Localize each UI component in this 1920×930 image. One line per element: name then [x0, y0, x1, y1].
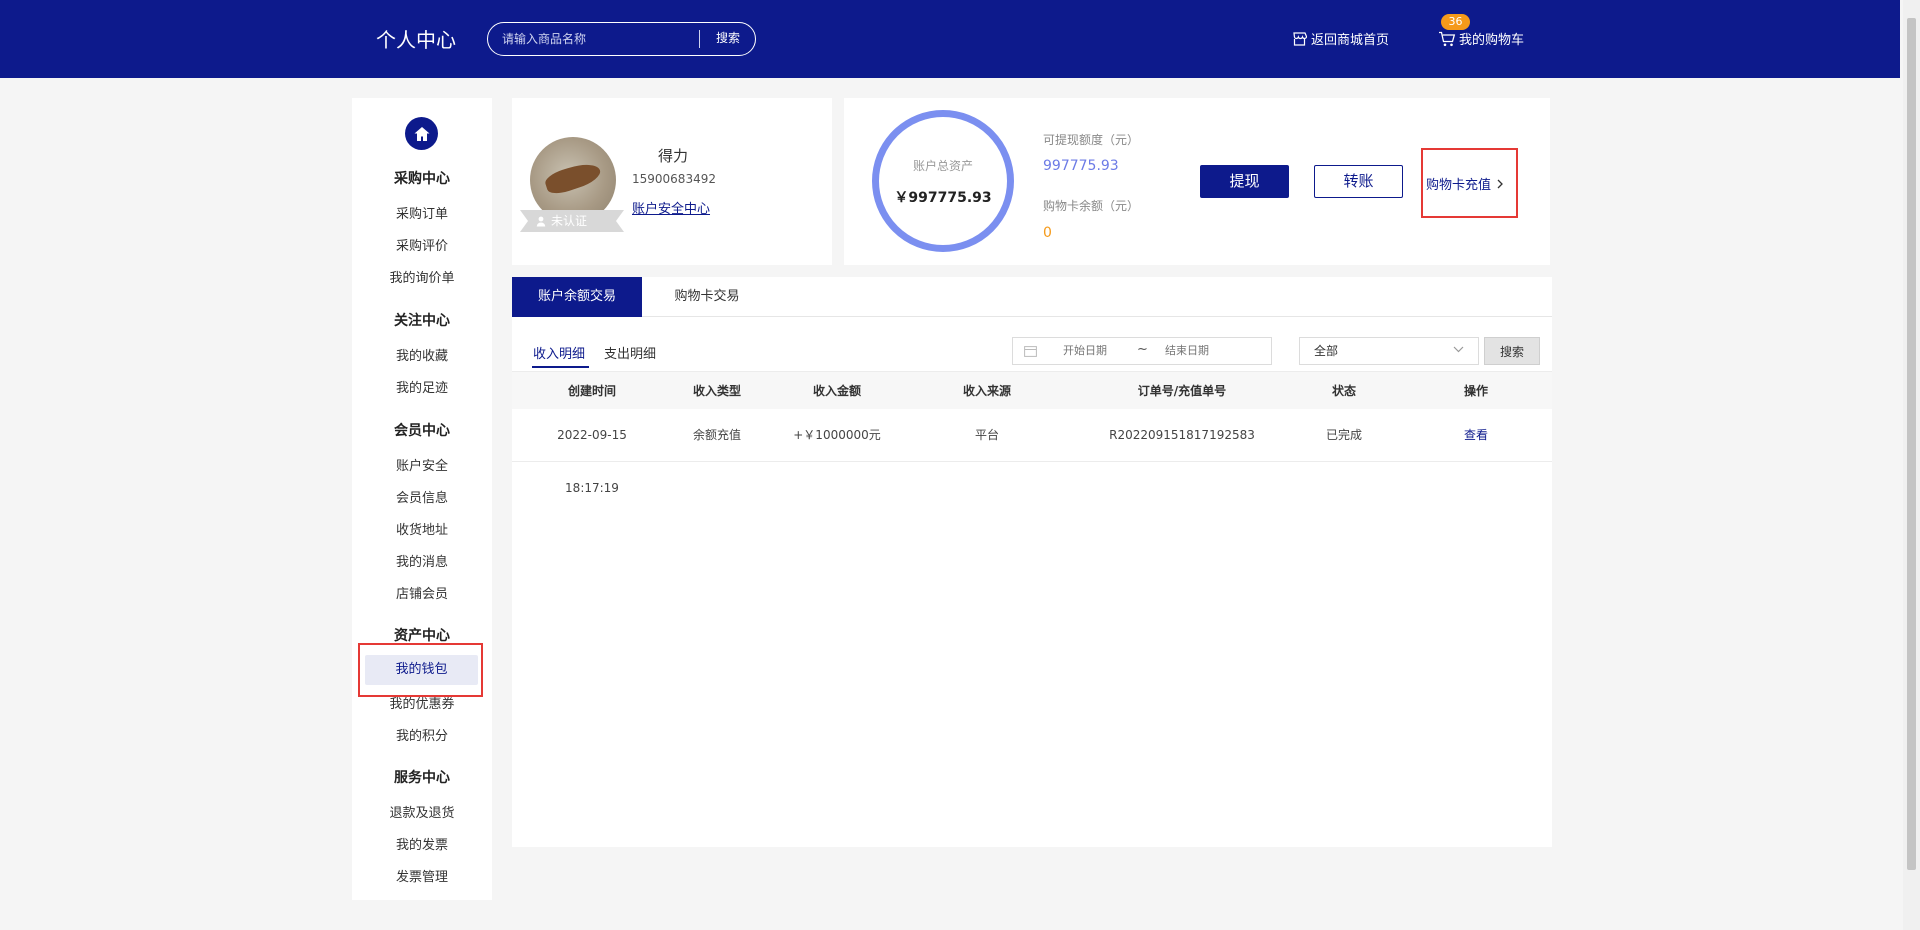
search-button[interactable]: 搜索: [702, 23, 754, 54]
end-date-input[interactable]: [1165, 338, 1235, 364]
tab-card-transactions[interactable]: 购物卡交易: [642, 277, 772, 317]
search-input[interactable]: [502, 23, 702, 54]
profile-card: 未认证 得力 15900683492 账户安全中心: [512, 98, 832, 265]
home-icon[interactable]: [405, 117, 438, 150]
total-assets-label: 账户总资产: [912, 159, 973, 173]
cart-count-badge: 36: [1441, 14, 1470, 30]
subtab-expense[interactable]: 支出明细: [604, 343, 656, 362]
sidebar-item-store-membership[interactable]: 店铺会员: [352, 583, 492, 602]
cell-order-number: R202209151817192583: [1109, 428, 1255, 442]
user-name: 得力: [658, 147, 689, 165]
sidebar-item-points[interactable]: 我的积分: [352, 725, 492, 744]
column-action: 操作: [1463, 384, 1488, 398]
sidebar-item-messages[interactable]: 我的消息: [352, 551, 492, 570]
sidebar-item-favorites[interactable]: 我的收藏: [352, 345, 492, 364]
top-header: 个人中心 搜索 返回商城首页 我的购物车 36: [0, 0, 1900, 78]
calendar-icon: [1024, 346, 1037, 357]
sidebar-item-refunds[interactable]: 退款及退货: [352, 802, 492, 821]
sidebar-item-member-info[interactable]: 会员信息: [352, 487, 492, 506]
sidebar-heading-follow: 关注中心: [394, 313, 450, 329]
sidebar-heading-member: 会员中心: [394, 423, 450, 439]
scrollbar-thumb[interactable]: [1907, 18, 1916, 870]
column-income-type: 收入类型: [692, 384, 741, 398]
column-created-time: 创建时间: [567, 384, 616, 398]
sidebar-item-shipping-address[interactable]: 收货地址: [352, 519, 492, 538]
search-divider: [699, 30, 700, 48]
filter-search-button[interactable]: 搜索: [1484, 337, 1540, 365]
sidebar-item-account-security[interactable]: 账户安全: [352, 455, 492, 474]
back-to-mall-link[interactable]: 返回商城首页: [1292, 29, 1389, 48]
cell-income-amount: +￥1000000元: [793, 428, 881, 442]
subtab-income[interactable]: 收入明细: [533, 343, 585, 362]
subtab-indicator: [532, 366, 589, 368]
user-phone: 15900683492: [632, 172, 716, 186]
verification-label: 未认证: [551, 214, 588, 228]
my-cart-link[interactable]: 我的购物车: [1438, 29, 1524, 48]
search-box: 搜索: [487, 22, 756, 56]
verification-badge: 未认证: [536, 211, 612, 231]
view-link[interactable]: 查看: [1436, 409, 1516, 462]
withdrawable-value: 997775.93: [1043, 158, 1119, 174]
withdrawable-label: 可提现额度（元）: [1043, 133, 1140, 147]
wallet-highlight-box: [358, 643, 483, 697]
cell-income-source: 平台: [974, 428, 999, 442]
store-icon: [1293, 31, 1307, 46]
date-separator: ~: [1137, 342, 1148, 357]
page-scrollbar[interactable]: [1903, 0, 1920, 930]
cell-income-type: 余额充值: [692, 428, 741, 442]
status-select-value: 全部: [1314, 344, 1339, 358]
back-to-mall-label: 返回商城首页: [1311, 33, 1390, 48]
sidebar: 采购中心 采购订单 采购评价 我的询价单 关注中心 我的收藏 我的足迹 会员中心…: [352, 98, 492, 900]
sidebar-heading-purchase: 采购中心: [394, 171, 450, 187]
table-row: 2022-09-15 18:17:19 余额充值 +￥1000000元 平台 R…: [512, 409, 1552, 495]
sidebar-item-purchase-reviews[interactable]: 采购评价: [352, 235, 492, 254]
my-cart-label: 我的购物车: [1459, 33, 1525, 48]
transaction-tabs: 账户余额交易 购物卡交易: [512, 277, 1552, 317]
transactions-panel: 账户余额交易 购物卡交易 收入明细 支出明细 ~ 全部 搜索 创建时间 收入类型…: [512, 277, 1552, 847]
sidebar-heading-assets: 资产中心: [394, 628, 450, 644]
account-security-link[interactable]: 账户安全中心: [632, 198, 710, 217]
total-assets-ring: 账户总资产 ￥997775.93: [872, 110, 1014, 252]
chevron-down-icon: [1453, 346, 1464, 353]
sidebar-item-invoice-management[interactable]: 发票管理: [352, 866, 492, 885]
start-date-input[interactable]: [1063, 338, 1133, 364]
cell-status: 已完成: [1325, 428, 1362, 442]
date-range-picker[interactable]: ~: [1012, 337, 1272, 365]
column-income-amount: 收入金额: [812, 384, 861, 398]
sidebar-item-my-invoices[interactable]: 我的发票: [352, 834, 492, 853]
sidebar-item-purchase-orders[interactable]: 采购订单: [352, 203, 492, 222]
sidebar-item-footprints[interactable]: 我的足迹: [352, 377, 492, 396]
sidebar-item-my-inquiries[interactable]: 我的询价单: [352, 267, 492, 286]
table-header: 创建时间 收入类型 收入金额 收入来源 订单号/充值单号 状态 操作: [512, 371, 1552, 409]
user-icon: [536, 216, 546, 226]
sidebar-heading-service: 服务中心: [394, 770, 450, 786]
column-order-number: 订单号/充值单号: [1137, 384, 1227, 398]
cart-icon: [1439, 31, 1456, 46]
column-status: 状态: [1331, 384, 1356, 398]
status-select[interactable]: 全部: [1299, 337, 1479, 365]
recharge-highlight-box: [1421, 148, 1518, 218]
page-title: 个人中心: [376, 28, 456, 52]
card-balance-label: 购物卡余额（元）: [1043, 199, 1140, 213]
column-income-source: 收入来源: [962, 384, 1011, 398]
card-balance-value: 0: [1043, 225, 1052, 241]
cell-created-time: 2022-09-15 18:17:19: [557, 428, 627, 495]
withdraw-button[interactable]: 提现: [1200, 165, 1289, 198]
transfer-button[interactable]: 转账: [1314, 165, 1403, 198]
tab-balance-transactions[interactable]: 账户余额交易: [512, 277, 642, 317]
total-assets-value: ￥997775.93: [894, 190, 992, 206]
